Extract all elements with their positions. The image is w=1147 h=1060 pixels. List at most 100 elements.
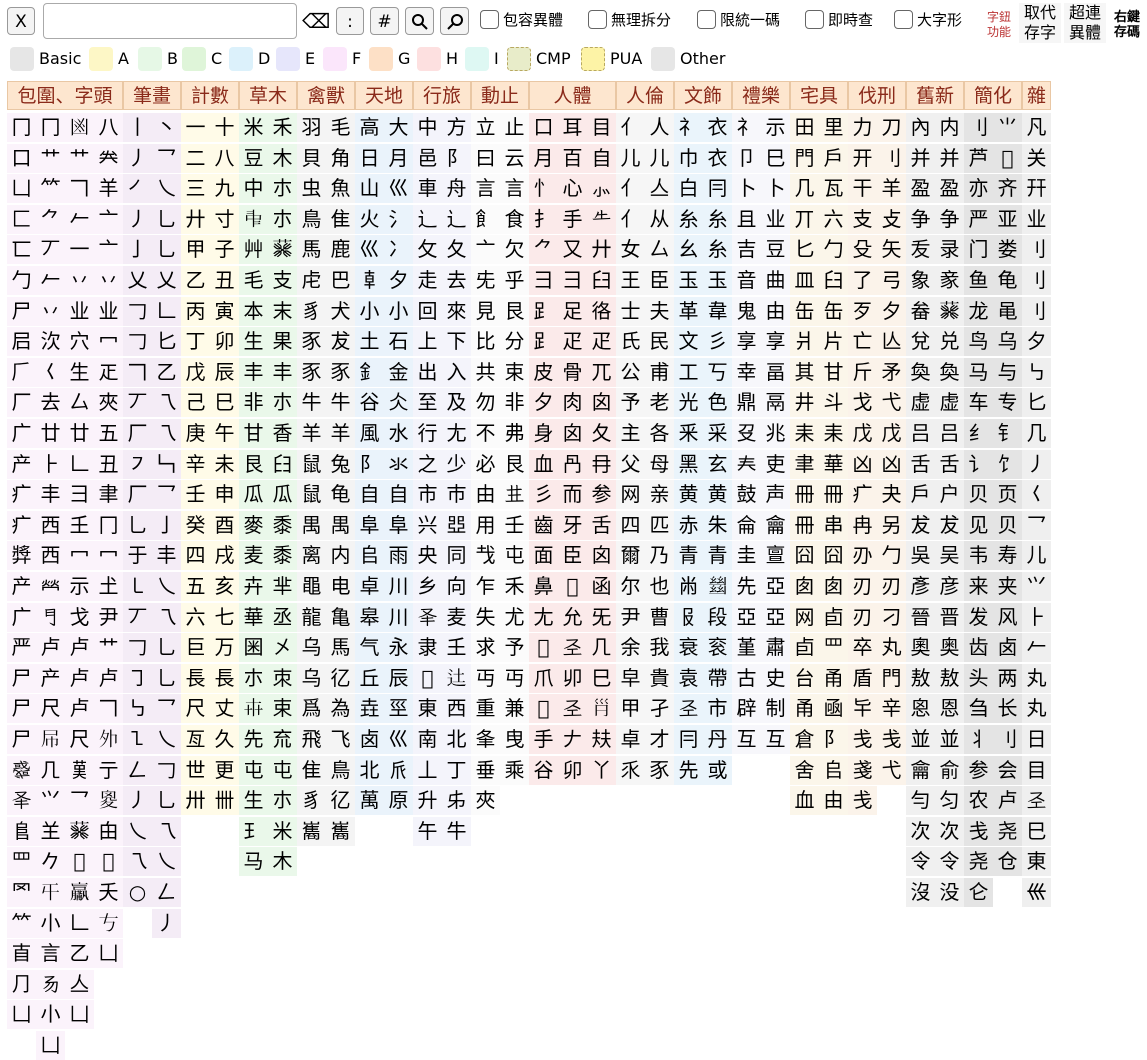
component-cell[interactable]: 𠃊 [152,296,181,326]
component-cell[interactable]: 癸 [181,510,210,540]
component-cell[interactable]: 史 [761,663,790,693]
component-cell[interactable]: 也 [645,572,674,601]
component-cell[interactable]: 亻 [616,113,645,142]
component-cell[interactable]: 久 [210,725,239,754]
component-cell[interactable]: 骨 [558,357,587,387]
component-cell[interactable]: 鳥 [326,755,355,785]
component-cell[interactable]: 袁 [674,663,703,693]
component-cell[interactable]: 尺 [181,694,210,724]
component-cell[interactable]: 本 [239,296,268,326]
component-cell[interactable]: 𠚕 [558,572,587,601]
component-cell[interactable]: 龟 [993,266,1022,295]
component-cell[interactable]: 氺 [384,449,413,479]
component-cell[interactable]: 歹 [848,296,877,326]
component-cell[interactable]: 寿 [993,541,1022,571]
component-cell[interactable]: 臼 [819,266,848,295]
component-cell[interactable]: 冃 [703,174,732,204]
filter-c[interactable]: C [182,46,222,72]
component-cell[interactable]: 并 [935,143,964,173]
component-cell[interactable]: 瓜 [239,480,268,510]
component-cell[interactable]: 父 [616,449,645,479]
component-cell[interactable]: 尹 [94,602,123,632]
component-cell[interactable]: 朩 [268,204,297,234]
component-cell[interactable]: 串 [819,510,848,540]
component-cell[interactable]: ㇉ [1022,357,1051,387]
component-cell[interactable]: 乑 [616,755,645,785]
component-cell[interactable]: 豕 [326,357,355,387]
component-cell[interactable]: 血 [790,786,819,816]
component-cell[interactable]: 厂 [123,480,152,510]
component-cell[interactable]: 疒 [7,510,36,540]
component-cell[interactable]: 由 [761,296,790,326]
component-cell[interactable]: 亼 [645,174,674,204]
component-cell[interactable]: 之 [413,449,442,479]
component-cell[interactable]: 𡿩 [587,694,616,724]
component-cell[interactable]: 囟 [587,541,616,571]
component-cell[interactable]: 儿 [645,143,674,173]
component-cell[interactable]: 头 [964,663,993,693]
component-cell[interactable]: 豸 [297,296,326,326]
component-cell[interactable]: 自 [587,143,616,173]
hash-button[interactable]: # [370,7,399,35]
component-cell[interactable]: 𦮙 [268,235,297,265]
component-cell[interactable]: 奥 [935,633,964,663]
component-cell[interactable]: 馬 [326,633,355,663]
component-cell[interactable]: 矛 [877,357,906,387]
component-cell[interactable]: ㇄ [123,572,152,601]
component-cell[interactable]: 氏 [616,327,645,357]
component-cell[interactable]: 木 [268,143,297,173]
component-cell[interactable]: 食 [500,204,529,234]
component-cell[interactable]: 𢓜 [587,296,616,326]
component-cell[interactable]: 水 [384,419,413,448]
component-cell[interactable]: 阝 [355,449,384,479]
component-cell[interactable]: 艹 [94,633,123,663]
component-cell[interactable]: 𠁁 [442,510,471,540]
component-cell[interactable]: 𠃍 [123,357,152,387]
component-cell[interactable]: 贝 [964,480,993,510]
component-cell[interactable]: 丹 [703,725,732,754]
category-header[interactable]: 人倫 [616,81,674,110]
component-cell[interactable]: 戋 [848,725,877,754]
component-cell[interactable]: 夫 [645,296,674,326]
component-cell[interactable]: 矢 [877,235,906,265]
component-cell[interactable]: 重 [471,694,500,724]
component-cell[interactable]: 心 [558,174,587,204]
component-cell[interactable]: 刃 [848,602,877,632]
component-cell[interactable]: 丰 [239,357,268,387]
component-cell[interactable]: 戔 [848,755,877,785]
component-cell[interactable]: 台 [790,663,819,693]
component-cell[interactable]: 羊 [94,174,123,204]
component-cell[interactable]: 出 [413,357,442,387]
component-cell[interactable]: 皋 [355,602,384,632]
component-cell[interactable]: 丁 [442,755,471,785]
filter-swatch[interactable] [182,47,206,71]
component-cell[interactable]: 虍 [297,266,326,295]
component-cell[interactable]: 女 [616,235,645,265]
component-cell[interactable]: 止 [500,113,529,142]
filter-b[interactable]: B [138,46,178,72]
component-cell[interactable]: 孑 [645,694,674,724]
component-cell[interactable]: 七 [210,602,239,632]
component-cell[interactable]: 𧾷 [529,327,558,357]
component-cell[interactable]: 身 [529,419,558,448]
component-cell[interactable]: 𠂊 [36,847,65,877]
component-cell[interactable]: 乛 [65,786,94,816]
component-cell[interactable]: 一 [181,113,210,142]
component-cell[interactable]: 曰 [471,143,500,173]
component-cell[interactable]: 𡖄 [94,725,123,754]
component-cell[interactable]: 卢 [65,694,94,724]
component-cell[interactable]: ㇅ [123,725,152,754]
component-cell[interactable]: 凵 [94,939,123,969]
component-cell[interactable]: 亙 [181,725,210,754]
component-cell[interactable]: 生 [239,327,268,357]
component-cell[interactable]: 禺 [326,510,355,540]
component-cell[interactable]: 禾 [268,113,297,142]
component-cell[interactable]: 兌 [906,327,935,357]
component-cell[interactable]: 乚 [152,633,181,663]
component-cell[interactable]: 仌 [384,388,413,418]
component-cell[interactable]: 𦮙 [65,816,94,846]
component-cell[interactable]: 阝 [442,143,471,173]
component-cell[interactable]: 刍 [964,694,993,724]
component-cell[interactable]: ⺆ [7,969,36,999]
component-cell[interactable]: 吕 [906,419,935,448]
